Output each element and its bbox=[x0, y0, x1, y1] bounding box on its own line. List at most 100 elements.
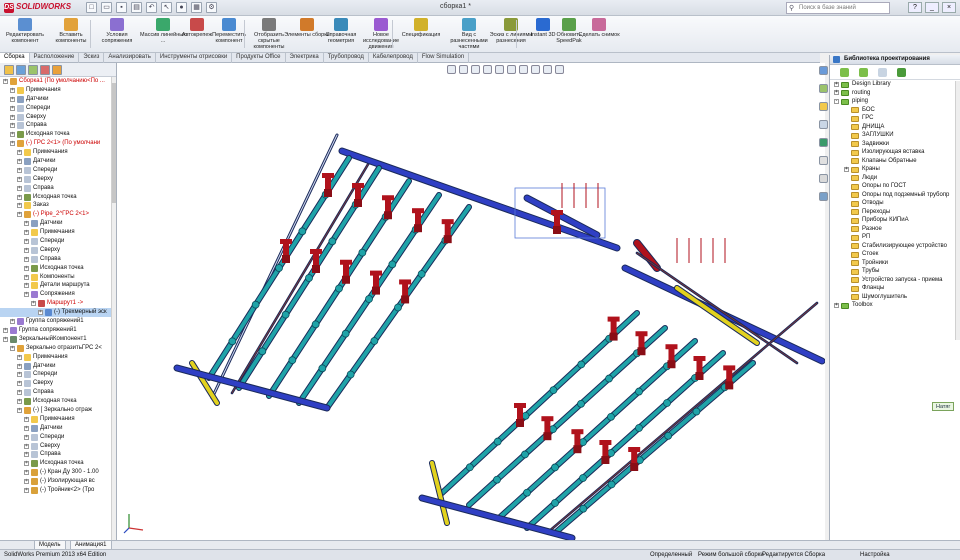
save-icon[interactable]: ▪ bbox=[116, 2, 127, 13]
expand-toggle-icon[interactable]: + bbox=[17, 372, 22, 378]
pipe-coupling[interactable] bbox=[465, 463, 474, 472]
command-tab[interactable]: Продукты Office bbox=[232, 53, 286, 63]
route-sketch-line[interactable] bbox=[636, 252, 798, 364]
valve-body[interactable] bbox=[695, 372, 704, 380]
valve-stem[interactable] bbox=[554, 214, 560, 228]
valve-handwheel[interactable] bbox=[340, 259, 352, 265]
feature-tree-item[interactable]: + Группа сопряжений1 bbox=[0, 326, 116, 335]
close-button[interactable]: × bbox=[942, 2, 956, 13]
help-icon[interactable]: ? bbox=[908, 2, 922, 13]
valve-handwheel[interactable] bbox=[514, 403, 526, 408]
valve-handwheel[interactable] bbox=[280, 239, 292, 244]
design-library-item[interactable]: Переходы bbox=[830, 208, 960, 217]
pipe-coupling[interactable] bbox=[318, 364, 327, 373]
file-explorer-icon[interactable] bbox=[819, 102, 828, 111]
expand-toggle-icon[interactable]: + bbox=[17, 407, 22, 413]
pipe-coupling[interactable] bbox=[281, 310, 290, 319]
display-style-icon[interactable] bbox=[507, 65, 516, 74]
command-tab[interactable]: Трубопровод bbox=[324, 53, 369, 63]
design-library-item[interactable]: + Design Library bbox=[830, 80, 960, 89]
expand-toggle-icon[interactable]: + bbox=[24, 461, 29, 467]
feature-tree-item[interactable]: + Датчики bbox=[0, 95, 116, 104]
expand-toggle-icon[interactable]: - bbox=[834, 98, 839, 104]
feature-tree-item[interactable]: + (-) [ Зеркально отраж bbox=[0, 406, 116, 415]
pipe-coupling[interactable] bbox=[692, 407, 701, 416]
feature-tree-item[interactable]: + Исходная точка bbox=[0, 459, 116, 468]
expand-toggle-icon[interactable]: + bbox=[24, 470, 29, 476]
feature-tree-item[interactable]: + Спереди bbox=[0, 370, 116, 379]
valve-stem[interactable] bbox=[402, 283, 409, 298]
pipe-coupling[interactable] bbox=[493, 475, 501, 484]
design-library-item[interactable]: Отводы bbox=[830, 199, 960, 208]
expand-toggle-icon[interactable]: + bbox=[17, 390, 22, 396]
valve-handwheel[interactable] bbox=[370, 270, 382, 276]
expand-toggle-icon[interactable]: + bbox=[10, 141, 15, 147]
expand-toggle-icon[interactable]: + bbox=[10, 114, 15, 120]
expand-toggle-icon[interactable]: + bbox=[24, 274, 29, 280]
expand-toggle-icon[interactable]: + bbox=[24, 425, 29, 431]
feature-tree-item[interactable]: + Сверху bbox=[0, 442, 116, 451]
piping-3d-model[interactable] bbox=[117, 63, 825, 540]
pipe-coupling[interactable] bbox=[341, 329, 350, 338]
pipe-coupling[interactable] bbox=[523, 488, 531, 497]
design-library-item[interactable]: Трубы bbox=[830, 267, 960, 276]
options-icon[interactable]: ⚙ bbox=[206, 2, 217, 13]
design-library-icon[interactable] bbox=[819, 84, 828, 93]
expand-toggle-icon[interactable]: + bbox=[17, 167, 22, 173]
valve-handwheel[interactable] bbox=[382, 195, 394, 201]
feature-tree-item[interactable]: + Компоненты bbox=[0, 273, 116, 282]
feature-tree-item[interactable]: + Справа bbox=[0, 388, 116, 397]
feature-tree-item[interactable]: + Заказ bbox=[0, 201, 116, 210]
valve-handwheel[interactable] bbox=[551, 210, 563, 215]
valve-handwheel[interactable] bbox=[399, 279, 412, 285]
feature-tree-item[interactable]: + (-) Pipe_2^ГРС 2<1> bbox=[0, 210, 116, 219]
pipe-coupling[interactable] bbox=[521, 411, 530, 420]
feature-tree-tab-icon[interactable] bbox=[4, 65, 14, 75]
feature-tree-item[interactable]: + Сборка1 (По умолчанию<По ... bbox=[0, 77, 116, 86]
pipe-coupling[interactable] bbox=[549, 425, 557, 434]
pipe-coupling[interactable] bbox=[346, 370, 355, 379]
route-sketch-line[interactable] bbox=[546, 302, 818, 534]
valve-body[interactable] bbox=[282, 255, 290, 263]
valve-handwheel[interactable] bbox=[628, 447, 641, 452]
feature-tree-item[interactable]: + Примечания bbox=[0, 86, 116, 95]
pipe-coupling[interactable] bbox=[579, 474, 587, 482]
expand-toggle-icon[interactable]: + bbox=[17, 399, 22, 405]
valve-stem[interactable] bbox=[726, 369, 733, 384]
valve-handwheel[interactable] bbox=[310, 249, 322, 254]
valve-body[interactable] bbox=[324, 189, 332, 197]
feature-tree-item[interactable]: + Датчики bbox=[0, 362, 116, 371]
valve-handwheel[interactable] bbox=[723, 365, 736, 371]
valve-stem[interactable] bbox=[343, 263, 349, 278]
feature-tree-item[interactable]: + Сверху bbox=[0, 246, 116, 255]
expand-toggle-icon[interactable]: + bbox=[24, 239, 29, 245]
feature-tree-item[interactable]: + (-) ГРС 2<1> (По умолчани bbox=[0, 139, 116, 148]
feature-tree-item[interactable]: + Датчики bbox=[0, 424, 116, 433]
edit-appearance-icon[interactable] bbox=[531, 65, 540, 74]
design-library-scrollbar[interactable] bbox=[955, 81, 960, 340]
valve-stem[interactable] bbox=[313, 253, 319, 267]
expand-toggle-icon[interactable]: + bbox=[17, 381, 22, 387]
feature-tree-item[interactable]: + Примечания bbox=[0, 228, 116, 237]
pipe-coupling[interactable] bbox=[275, 264, 283, 272]
valve-body[interactable] bbox=[312, 265, 320, 273]
expand-toggle-icon[interactable]: + bbox=[10, 345, 15, 351]
ribbon-button-2[interactable]: Вставить компоненты bbox=[48, 18, 94, 51]
pipe-coupling[interactable] bbox=[577, 399, 585, 408]
expand-toggle-icon[interactable]: + bbox=[24, 256, 29, 262]
feature-tree-item[interactable]: + Сверху bbox=[0, 113, 116, 122]
pipe-coupling[interactable] bbox=[288, 356, 297, 365]
feature-tree-item[interactable]: + Примечания bbox=[0, 415, 116, 424]
pipe-coupling[interactable] bbox=[298, 227, 307, 236]
view-settings-icon[interactable] bbox=[555, 65, 564, 74]
design-library-item[interactable]: Фланцы bbox=[830, 284, 960, 293]
expand-toggle-icon[interactable]: + bbox=[17, 194, 22, 200]
minimize-button[interactable]: _ bbox=[925, 2, 939, 13]
valve-body[interactable] bbox=[384, 211, 392, 220]
ribbon-button-11[interactable]: Спецификация bbox=[398, 18, 444, 51]
expand-toggle-icon[interactable]: + bbox=[10, 319, 15, 325]
property-manager-tab-icon[interactable] bbox=[16, 65, 26, 75]
feature-tree-item[interactable]: + (-) Трехмерный эск bbox=[0, 308, 116, 318]
feature-tree-item[interactable]: + Спереди bbox=[0, 237, 116, 246]
feature-tree-item[interactable]: + (-) Тройник<2> (Тро bbox=[0, 486, 116, 495]
